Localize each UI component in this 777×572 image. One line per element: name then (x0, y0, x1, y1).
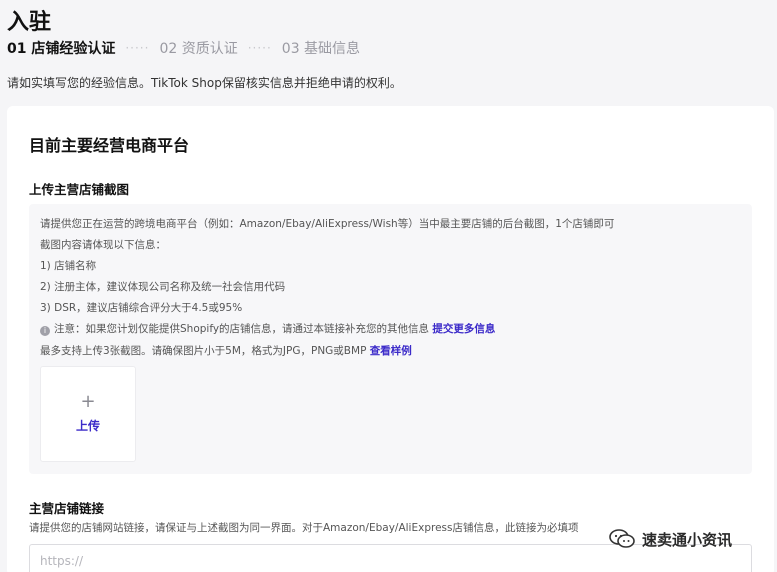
step-2: 02 资质认证 (159, 41, 238, 57)
guide-line: 3) DSR，建议店铺综合评分大于4.5或95% (40, 302, 243, 314)
step-separator: ····· (125, 41, 150, 55)
guide-line: 2) 注册主体，建议体现公司名称及统一社会信用代码 (40, 281, 286, 293)
upload-button[interactable]: + 上传 (40, 366, 136, 462)
plus-icon: + (80, 391, 96, 412)
page-title: 入驻 (7, 10, 52, 35)
guide-line: 1) 店铺名称 (40, 260, 97, 272)
intro-text: 请如实填写您的经验信息。TikTok Shop保留核实信息并拒绝申请的权利。 (7, 76, 402, 90)
step-1: 01 店铺经验认证 (7, 41, 116, 57)
limit-text: 最多支持上传3张截图。请确保图片小于5M，格式为JPG，PNG或BMP (40, 345, 367, 357)
notice-text: 注意：如果您计划仅能提供Shopify的店铺信息，请通过本链接补充您的其他信息 (54, 323, 430, 335)
step-separator: ····· (247, 41, 272, 55)
upload-section-label: 上传主营店铺截图 (29, 182, 130, 197)
upload-label: 上传 (75, 419, 100, 433)
submit-more-info-link[interactable]: 提交更多信息 (432, 323, 495, 335)
guide-line: 请提供您正在运营的跨境电商平台（例如：Amazon/Ebay/AliExpres… (40, 218, 615, 230)
store-link-label: 主营店铺链接 (29, 501, 105, 516)
watermark-text: 速卖通小资讯 (642, 530, 733, 549)
watermark: 速卖通小资讯 (608, 528, 732, 550)
wechat-icon (609, 529, 635, 548)
guide-line: 截图内容请体现以下信息： (40, 239, 166, 251)
upload-panel: 请提供您正在运营的跨境电商平台（例如：Amazon/Ebay/AliExpres… (29, 204, 752, 474)
view-sample-link[interactable]: 查看样例 (370, 345, 412, 357)
notice-line: i 注意：如果您计划仅能提供Shopify的店铺信息，请通过本链接补充您的其他信息… (40, 321, 495, 336)
card-title: 目前主要经营电商平台 (29, 136, 190, 155)
info-icon: i (40, 326, 50, 336)
limit-line: 最多支持上传3张截图。请确保图片小于5M，格式为JPG，PNG或BMP 查看样例 (40, 343, 412, 358)
step-3: 03 基础信息 (281, 41, 361, 57)
form-card: 目前主要经营电商平台 上传主营店铺截图 请提供您正在运营的跨境电商平台（例如：A… (7, 106, 774, 572)
step-indicator: 01 店铺经验认证 ····· 02 资质认证 ····· 03 基础信息 (7, 38, 360, 58)
store-link-hint: 请提供您的店铺网站链接，请保证与上述截图为同一界面。对于Amazon/Ebay/… (29, 522, 579, 534)
